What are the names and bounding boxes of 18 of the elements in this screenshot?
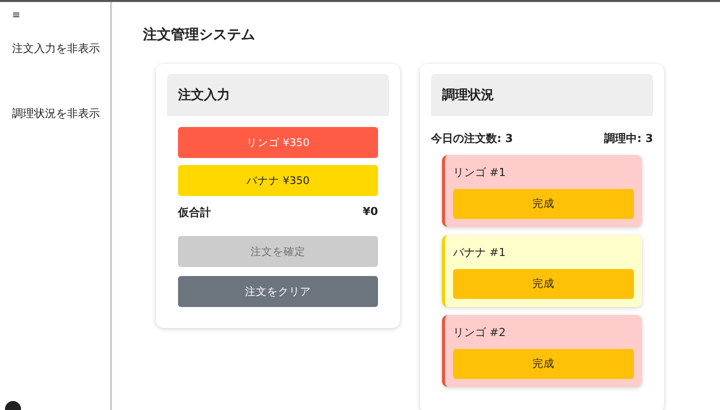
complete-button[interactable]: 完成: [453, 189, 634, 219]
menu-icon[interactable]: ≡: [12, 10, 20, 21]
complete-button[interactable]: 完成: [453, 269, 634, 299]
ticket-name: リンゴ #1: [453, 165, 506, 180]
order-count: 今日の注文数: 3: [431, 131, 513, 146]
subtotal-amount: ¥0: [362, 205, 378, 220]
ticket-name: バナナ #1: [453, 245, 506, 260]
action-button[interactable]: 注文をクリア: [178, 276, 378, 307]
menu-item-button[interactable]: バナナ ¥350: [178, 165, 378, 196]
sidebar-item[interactable]: 注文入力を非表示: [12, 41, 100, 56]
in-progress-count: 調理中: 3: [604, 131, 653, 146]
complete-button[interactable]: 完成: [453, 349, 634, 379]
page-title: 注文管理システム: [143, 26, 255, 44]
ticket-name: リンゴ #2: [453, 325, 506, 340]
subtotal-label: 仮合計: [178, 205, 211, 220]
card-title: 調理状況: [442, 86, 494, 104]
card-title: 注文入力: [178, 86, 230, 104]
sidebar-item[interactable]: 調理状況を非表示: [12, 106, 100, 121]
